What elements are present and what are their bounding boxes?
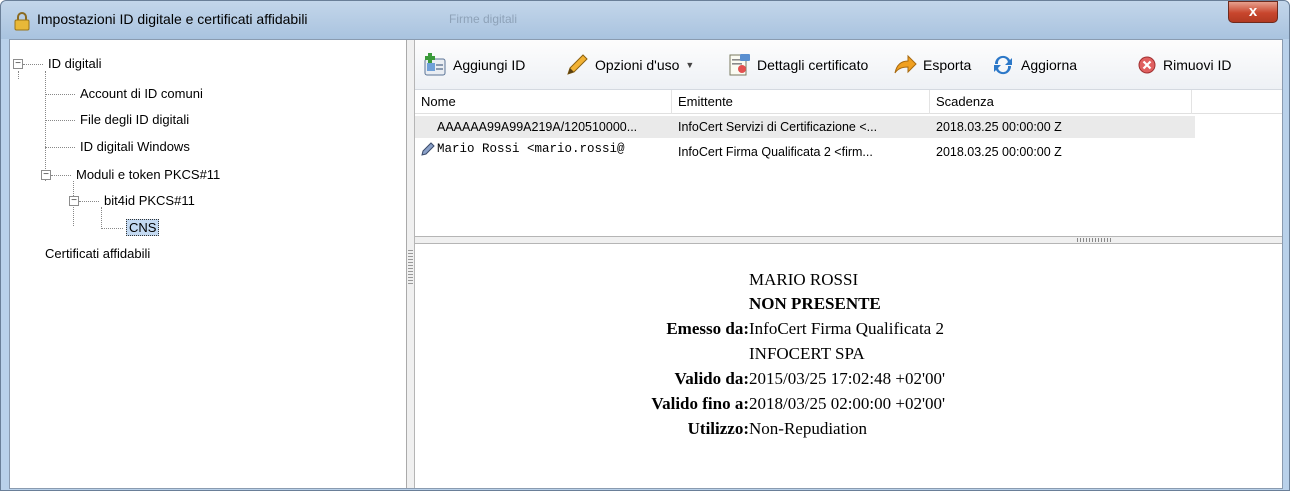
- add-id-icon: [424, 53, 446, 76]
- remove-icon: [1138, 56, 1156, 74]
- issued-by-value: InfoCert Firma Qualificata 2: [749, 319, 944, 338]
- title-bar[interactable]: Impostazioni ID digitale e certificati a…: [1, 1, 1289, 39]
- pen-icon: [421, 142, 435, 156]
- client-area: − − − ID digitali Account di ID comuni F…: [9, 39, 1283, 489]
- usage-label: Utilizzo:: [687, 419, 749, 438]
- certificate-details-button[interactable]: Dettagli certificato: [727, 53, 868, 77]
- tree-connector: [101, 207, 102, 229]
- list-header: Nome Emittente Scadenza: [415, 90, 1282, 114]
- column-header-issuer[interactable]: Emittente: [672, 90, 930, 114]
- usage-options-button[interactable]: Opzioni d'uso ▼: [565, 53, 694, 77]
- issued-by-label: Emesso da:: [666, 319, 749, 338]
- lock-icon: [14, 12, 30, 31]
- usage-row: Utilizzo: Non-Repudiation: [415, 417, 1282, 441]
- tree-connector: [45, 147, 75, 148]
- remove-id-button[interactable]: Rimuovi ID: [1137, 53, 1231, 77]
- valid-from-row: Valido da: 2015/03/25 17:02:48 +02'00': [415, 367, 1282, 391]
- certificate-details-panel: MARIO ROSSI NON PRESENTE Emesso da: Info…: [415, 245, 1282, 488]
- tree-connector: [79, 201, 99, 202]
- horizontal-splitter[interactable]: [415, 236, 1282, 244]
- issued-by-organization: INFOCERT SPA: [749, 344, 865, 363]
- pen-icon: [567, 54, 588, 75]
- certificate-holder-name: MARIO ROSSI: [749, 270, 859, 289]
- column-header-expiry[interactable]: Scadenza: [930, 90, 1192, 114]
- vertical-splitter[interactable]: [407, 40, 415, 488]
- cell-name: Mario Rossi <mario.rossi@: [437, 142, 625, 156]
- valid-to-row: Valido fino a: 2018/03/25 02:00:00 +02'0…: [415, 392, 1282, 416]
- valid-from-value: 2015/03/25 17:02:48 +02'00': [749, 369, 946, 388]
- collapse-icon[interactable]: −: [41, 170, 51, 180]
- tree-connector: [101, 228, 123, 229]
- list-row[interactable]: AAAAAA99A99A219A/120510000... InfoCert S…: [415, 116, 1195, 138]
- collapse-icon[interactable]: −: [69, 196, 79, 206]
- tree-item-certificati-affidabili[interactable]: Certificati affidabili: [45, 243, 150, 265]
- close-button[interactable]: x: [1228, 1, 1278, 23]
- tree-item-id-digitali[interactable]: ID digitali: [48, 53, 101, 75]
- tree-item-account-id-comuni[interactable]: Account di ID comuni: [80, 83, 203, 105]
- cell-issuer: InfoCert Firma Qualificata 2 <firm...: [678, 145, 873, 159]
- valid-to-label: Valido fino a:: [651, 394, 749, 413]
- tree-item-bit4id-pkcs11[interactable]: bit4id PKCS#11: [104, 190, 195, 212]
- valid-to-value: 2018/03/25 02:00:00 +02'00': [749, 394, 946, 413]
- refresh-button[interactable]: Aggiorna: [991, 53, 1077, 77]
- tree-connector: [51, 175, 71, 176]
- collapse-icon[interactable]: −: [13, 59, 23, 69]
- tree-connector: [23, 64, 43, 65]
- add-id-button[interactable]: Aggiungi ID: [423, 53, 525, 77]
- cell-issuer: InfoCert Servizi di Certificazione <...: [678, 120, 878, 134]
- valid-from-label: Valido da:: [674, 369, 749, 388]
- dialog-window: Impostazioni ID digitale e certificati a…: [0, 0, 1290, 491]
- chevron-down-icon: ▼: [685, 60, 695, 70]
- toolbar: Aggiungi ID Opzioni d'uso ▼ Dettagli cer…: [415, 40, 1282, 90]
- tree-connector: [45, 71, 46, 181]
- certificate-icon: [729, 54, 750, 76]
- issued-by-row: Emesso da: InfoCert Firma Qualificata 2: [415, 317, 1282, 341]
- cell-name: AAAAAA99A99A219A/120510000...: [437, 120, 638, 134]
- background-window-title: Firme digitali: [449, 12, 518, 26]
- list-row[interactable]: Mario Rossi <mario.rossi@ InfoCert Firma…: [415, 138, 1195, 160]
- refresh-icon: [994, 55, 1012, 75]
- tree-connector: [45, 94, 75, 95]
- splitter-grip-icon: [408, 250, 413, 284]
- export-button[interactable]: Esporta: [893, 53, 971, 77]
- cell-expiry: 2018.03.25 00:00:00 Z: [936, 145, 1062, 159]
- cell-expiry: 2018.03.25 00:00:00 Z: [936, 120, 1062, 134]
- export-arrow-icon: [894, 54, 917, 74]
- tree-pane: − − − ID digitali Account di ID comuni F…: [10, 40, 407, 488]
- splitter-grip-icon: [1077, 238, 1113, 242]
- column-header-name[interactable]: Nome: [415, 90, 672, 114]
- tree-item-moduli-token-pkcs11[interactable]: Moduli e token PKCS#11: [76, 164, 220, 186]
- tree-item-id-digitali-windows[interactable]: ID digitali Windows: [80, 136, 190, 158]
- right-pane: Aggiungi ID Opzioni d'uso ▼ Dettagli cer…: [415, 40, 1282, 488]
- certificate-subtitle: NON PRESENTE: [749, 294, 881, 313]
- close-icon: x: [1248, 3, 1258, 20]
- window-title: Impostazioni ID digitale e certificati a…: [37, 11, 308, 27]
- tree-item-file-id-digitali[interactable]: File degli ID digitali: [80, 109, 189, 131]
- tree-connector: [18, 71, 19, 79]
- usage-value: Non-Repudiation: [749, 419, 868, 438]
- tree-connector: [45, 120, 75, 121]
- tree-item-cns[interactable]: CNS: [126, 217, 160, 239]
